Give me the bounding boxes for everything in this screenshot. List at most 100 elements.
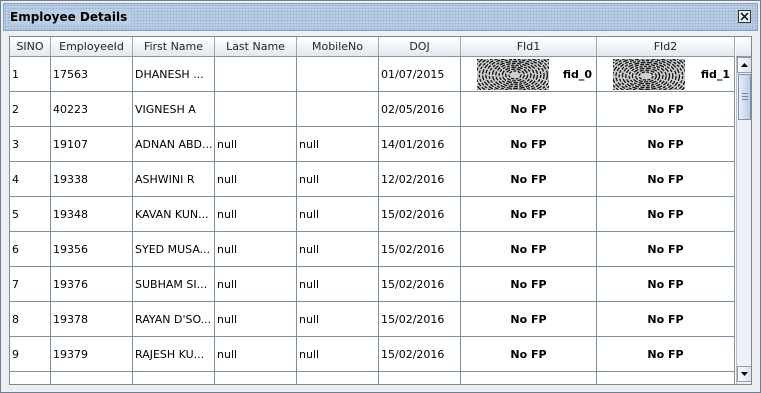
cell-sino[interactable]: 7 [10, 267, 51, 302]
cell-sino[interactable]: 8 [10, 302, 51, 337]
cell-doj[interactable]: 15/02/2016 [379, 232, 461, 267]
cell-first-name[interactable]: ADNAN ABD... [133, 127, 215, 162]
cell-doj[interactable]: 02/05/2016 [379, 92, 461, 127]
vertical-scrollbar[interactable] [736, 57, 751, 384]
cell-fid1[interactable]: fid_0 [461, 57, 597, 92]
table-row[interactable]: 6 19356 SYED MUSA... null null 15/02/2016 No F… [10, 232, 735, 267]
cell-sino[interactable]: 2 [10, 92, 51, 127]
column-header-mobile-no[interactable]: MobileNo [297, 37, 379, 57]
cell-sino[interactable]: 1 [10, 57, 51, 92]
cell-employee-id[interactable]: 19376 [51, 267, 133, 302]
cell-fid1[interactable]: No FP [461, 92, 597, 127]
cell-mobile-no[interactable]: null [297, 337, 379, 372]
cell-doj[interactable]: 15/02/2016 [379, 337, 461, 372]
cell-last-name[interactable] [215, 57, 297, 92]
scroll-up-button[interactable] [737, 57, 751, 73]
cell-fid1[interactable]: No FP [461, 337, 597, 372]
column-header-sino[interactable]: SINO [10, 37, 51, 57]
cell-last-name[interactable]: null [215, 267, 297, 302]
cell-first-name[interactable]: RAJESH KU... [133, 337, 215, 372]
cell-doj[interactable]: 14/01/2016 [379, 127, 461, 162]
table-row[interactable]: 2 40223 VIGNESH A 02/05/2016 No FP No FP [10, 92, 735, 127]
cell-fid1[interactable]: No FP [461, 267, 597, 302]
cell-mobile-no[interactable]: null [297, 162, 379, 197]
cell-last-name[interactable]: null [215, 302, 297, 337]
cell-fid2[interactable]: No FP [597, 197, 735, 232]
column-header-doj[interactable]: DOJ [379, 37, 461, 57]
cell-fid1[interactable]: No FP [461, 127, 597, 162]
cell-last-name[interactable]: null [215, 337, 297, 372]
column-header-fid2[interactable]: FId2 [597, 37, 735, 57]
cell-last-name[interactable]: null [215, 232, 297, 267]
cell-doj[interactable] [379, 372, 461, 384]
cell-sino[interactable]: 3 [10, 127, 51, 162]
cell-doj[interactable]: 01/07/2015 [379, 57, 461, 92]
cell-sino[interactable]: 4 [10, 162, 51, 197]
cell-mobile-no[interactable]: null [297, 197, 379, 232]
cell-first-name[interactable]: KAVAN KUN... [133, 197, 215, 232]
table-row[interactable]: 9 19379 RAJESH KU... null null 15/02/2016 No F… [10, 337, 735, 372]
column-header-employee-id[interactable]: EmployeeId [51, 37, 133, 57]
cell-fid1[interactable]: No FP [461, 302, 597, 337]
cell-fid1[interactable]: No FP [461, 197, 597, 232]
cell-doj[interactable]: 15/02/2016 [379, 302, 461, 337]
table-row[interactable]: 8 19378 RAYAN D'SO... null null 15/02/2016 No … [10, 302, 735, 337]
column-header-first-name[interactable]: First Name [133, 37, 215, 57]
cell-sino[interactable] [10, 372, 51, 384]
cell-sino[interactable]: 6 [10, 232, 51, 267]
cell-last-name[interactable]: null [215, 127, 297, 162]
cell-doj[interactable]: 15/02/2016 [379, 267, 461, 302]
cell-employee-id[interactable]: 19356 [51, 232, 133, 267]
cell-first-name[interactable]: ASHWINI R [133, 162, 215, 197]
cell-last-name[interactable] [215, 372, 297, 384]
cell-mobile-no[interactable]: null [297, 127, 379, 162]
cell-first-name[interactable]: SYED MUSA... [133, 232, 215, 267]
cell-last-name[interactable]: null [215, 162, 297, 197]
cell-fid2[interactable]: No FP [597, 92, 735, 127]
cell-fid1[interactable] [461, 372, 597, 384]
cell-employee-id[interactable]: 19379 [51, 337, 133, 372]
table-row[interactable]: 5 19348 KAVAN KUN... null null 15/02/2016 No F… [10, 197, 735, 232]
cell-fid2[interactable]: fid_1 [597, 57, 735, 92]
close-button[interactable] [738, 10, 751, 23]
cell-employee-id[interactable]: 40223 [51, 92, 133, 127]
cell-fid2[interactable]: No FP [597, 232, 735, 267]
cell-mobile-no[interactable] [297, 57, 379, 92]
table-row[interactable]: 1 17563 DHANESH ... 01/07/2015 fid_0 fid_1 [10, 57, 735, 92]
cell-mobile-no[interactable] [297, 92, 379, 127]
cell-last-name[interactable]: null [215, 197, 297, 232]
cell-fid2[interactable]: No FP [597, 267, 735, 302]
cell-last-name[interactable] [215, 92, 297, 127]
cell-fid1[interactable]: No FP [461, 162, 597, 197]
cell-first-name[interactable]: DHANESH ... [133, 57, 215, 92]
column-header-fid1[interactable]: FId1 [461, 37, 597, 57]
cell-employee-id[interactable]: 19378 [51, 302, 133, 337]
cell-employee-id[interactable] [51, 372, 133, 384]
cell-first-name[interactable]: RAYAN D'SO... [133, 302, 215, 337]
cell-fid1[interactable]: No FP [461, 232, 597, 267]
cell-employee-id[interactable]: 17563 [51, 57, 133, 92]
title-bar[interactable]: Employee Details [3, 3, 758, 31]
scroll-down-button[interactable] [737, 366, 751, 382]
table-row[interactable] [10, 372, 735, 384]
cell-employee-id[interactable]: 19338 [51, 162, 133, 197]
cell-first-name[interactable] [133, 372, 215, 384]
table-row[interactable]: 4 19338 ASHWINI Rnull null 12/02/2016 No FP No… [10, 162, 735, 197]
cell-mobile-no[interactable]: null [297, 267, 379, 302]
cell-first-name[interactable]: SUBHAM SI... [133, 267, 215, 302]
cell-fid2[interactable] [597, 372, 735, 384]
cell-fid2[interactable]: No FP [597, 302, 735, 337]
table-row[interactable]: 3 19107 ADNAN ABD... null null 14/01/2016 No F… [10, 127, 735, 162]
cell-sino[interactable]: 9 [10, 337, 51, 372]
cell-fid2[interactable]: No FP [597, 162, 735, 197]
cell-mobile-no[interactable]: null [297, 302, 379, 337]
cell-fid2[interactable]: No FP [597, 337, 735, 372]
column-header-last-name[interactable]: Last Name [215, 37, 297, 57]
cell-doj[interactable]: 15/02/2016 [379, 197, 461, 232]
cell-employee-id[interactable]: 19107 [51, 127, 133, 162]
scrollbar-thumb[interactable] [738, 74, 751, 120]
table-row[interactable]: 7 19376 SUBHAM SI... null null 15/02/2016 No F… [10, 267, 735, 302]
cell-mobile-no[interactable] [297, 372, 379, 384]
cell-mobile-no[interactable]: null [297, 232, 379, 267]
cell-employee-id[interactable]: 19348 [51, 197, 133, 232]
